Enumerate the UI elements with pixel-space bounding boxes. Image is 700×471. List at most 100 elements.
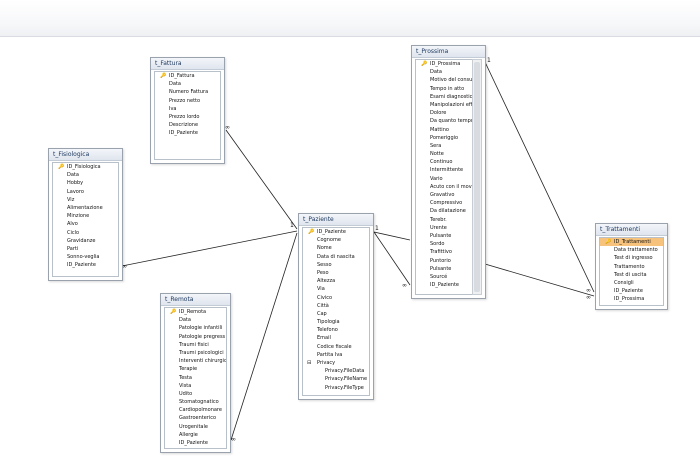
field-row[interactable]: Hobby bbox=[53, 179, 118, 187]
field-row[interactable]: Udito bbox=[165, 390, 226, 398]
vertical-scrollbar[interactable] bbox=[472, 59, 482, 295]
field-row[interactable]: Gravativo bbox=[416, 191, 472, 199]
table-title[interactable]: t_Prossima bbox=[412, 46, 485, 58]
field-row[interactable]: Partita Iva bbox=[303, 351, 369, 359]
field-row[interactable]: Motivo del consult bbox=[416, 76, 472, 84]
field-row[interactable]: Vario bbox=[416, 175, 472, 183]
field-list[interactable]: 🔑 ID_Paziente Cognome Nome Data di nascita Se… bbox=[302, 227, 370, 396]
field-row[interactable]: Lavoro bbox=[53, 188, 118, 196]
field-row[interactable]: Ciclo bbox=[53, 229, 118, 237]
field-row[interactable]: Urente bbox=[416, 224, 472, 232]
field-row[interactable]: Intermittente bbox=[416, 166, 472, 174]
field-list[interactable]: 🔑 ID_Fisiologica Data Hobby Lavoro Viz Aliment… bbox=[52, 162, 119, 277]
table-title[interactable]: t_Fisiologica bbox=[49, 149, 122, 161]
field-row[interactable]: Esami diagnostici bbox=[416, 93, 472, 101]
field-row[interactable]: 🔑 ID_Fattura bbox=[155, 72, 220, 80]
table-remota[interactable]: t_Remota 🔑 ID_Remota Data Patologie infanti… bbox=[160, 293, 231, 453]
field-row[interactable]: Sordo bbox=[416, 240, 472, 248]
field-row[interactable]: Data bbox=[165, 316, 226, 324]
field-row[interactable]: Trafittivo bbox=[416, 248, 472, 256]
field-row[interactable]: Prezzo netto bbox=[155, 97, 220, 105]
field-row[interactable]: Cognome bbox=[303, 236, 369, 244]
field-row[interactable]: Minzione bbox=[53, 212, 118, 220]
field-row[interactable]: ID_Paziente bbox=[165, 439, 226, 447]
field-row[interactable]: Acuto con il movim bbox=[416, 183, 472, 191]
field-row[interactable]: Pulsante bbox=[416, 265, 472, 273]
field-row[interactable]: Prezzo lordo bbox=[155, 113, 220, 121]
table-title[interactable]: t_Paziente bbox=[299, 214, 373, 226]
field-row[interactable]: Mattino bbox=[416, 126, 472, 134]
field-row[interactable]: Data bbox=[155, 80, 220, 88]
field-row[interactable]: Trattamento bbox=[600, 263, 663, 271]
field-row[interactable]: Notte bbox=[416, 150, 472, 158]
field-list[interactable]: 🔑 ID_Fattura Data Numero Fattura Prezzo nett… bbox=[154, 71, 221, 160]
field-row[interactable]: ID_Paziente bbox=[600, 287, 663, 295]
field-row[interactable]: 🔑 ID_Trattamenti bbox=[600, 238, 663, 247]
field-row[interactable]: Interventi chirurgic bbox=[165, 357, 226, 365]
table-title[interactable]: t_Fattura bbox=[151, 58, 224, 70]
field-row[interactable]: Tempo in atto bbox=[416, 85, 472, 93]
field-row[interactable]: Cap bbox=[303, 310, 369, 318]
field-row[interactable]: Urogenitale bbox=[165, 423, 226, 431]
field-row[interactable]: Via bbox=[303, 285, 369, 293]
table-paziente[interactable]: t_Paziente 🔑 ID_Paziente Cognome Nome Data d… bbox=[298, 213, 374, 400]
field-row[interactable]: Stomatognatico bbox=[165, 398, 226, 406]
field-row[interactable]: Pomeriggio bbox=[416, 134, 472, 142]
field-list[interactable]: 🔑 ID_Remota Data Patologie infantili Patolog… bbox=[164, 307, 227, 449]
field-list[interactable]: 🔑 ID_Prossima Data Motivo del consult Tempo … bbox=[415, 59, 473, 295]
field-row[interactable]: Nome bbox=[303, 244, 369, 252]
table-title[interactable]: t_Trattamenti bbox=[596, 224, 667, 236]
field-row[interactable]: Privacy.FileType bbox=[303, 384, 369, 392]
field-row[interactable]: Dolore bbox=[416, 109, 472, 117]
field-row[interactable]: Consigli bbox=[600, 279, 663, 287]
field-row[interactable]: Data di nascita bbox=[303, 253, 369, 261]
field-row[interactable]: ⊟ Privacy bbox=[303, 359, 369, 367]
field-row[interactable]: Città bbox=[303, 302, 369, 310]
expand-toggle-icon[interactable]: ⊟ bbox=[307, 359, 312, 367]
field-row[interactable]: Peso bbox=[303, 269, 369, 277]
field-row[interactable]: Compressivo bbox=[416, 199, 472, 207]
field-row[interactable]: Gastroenterico bbox=[165, 414, 226, 422]
table-trattamenti[interactable]: t_Trattamenti 🔑 ID_Trattamenti Data tratta… bbox=[595, 223, 668, 310]
field-row[interactable]: Tipologia bbox=[303, 318, 369, 326]
field-row[interactable]: 🔑 ID_Paziente bbox=[303, 228, 369, 236]
field-row[interactable]: Privacy.FileName bbox=[303, 375, 369, 383]
field-row[interactable]: Traumi psicologici bbox=[165, 349, 226, 357]
field-row[interactable]: Data bbox=[416, 68, 472, 76]
table-title[interactable]: t_Remota bbox=[161, 294, 230, 306]
field-row[interactable]: Vista bbox=[165, 382, 226, 390]
table-fisiologica[interactable]: t_Fisiologica 🔑 ID_Fisiologica Data Hobby La… bbox=[48, 148, 123, 281]
field-row[interactable]: Privacy.FileData bbox=[303, 367, 369, 375]
field-row[interactable]: Sesso bbox=[303, 261, 369, 269]
field-row[interactable]: Descrizione bbox=[155, 121, 220, 129]
field-row[interactable]: Patologie infantili bbox=[165, 324, 226, 332]
field-row[interactable]: Numero Fattura bbox=[155, 88, 220, 96]
field-row[interactable]: Test di uscita bbox=[600, 271, 663, 279]
field-row[interactable]: Traumi fisici bbox=[165, 341, 226, 349]
field-row[interactable]: ID_Paziente bbox=[53, 261, 118, 269]
field-row[interactable]: Data bbox=[53, 171, 118, 179]
field-row[interactable]: Testa bbox=[165, 374, 226, 382]
field-row[interactable]: Da dilatazione bbox=[416, 207, 472, 215]
field-row[interactable]: Manipolazioni effe bbox=[416, 101, 472, 109]
field-list[interactable]: 🔑 ID_Trattamenti Data trattamento Test di i… bbox=[599, 237, 664, 306]
field-row[interactable]: ID_Paziente bbox=[155, 129, 220, 137]
field-row[interactable]: Continuo bbox=[416, 158, 472, 166]
field-row[interactable]: 🔑 ID_Fisiologica bbox=[53, 163, 118, 171]
field-row[interactable]: Sera bbox=[416, 142, 472, 150]
field-row[interactable]: Codice fiscale bbox=[303, 343, 369, 351]
scrollbar-thumb[interactable] bbox=[474, 62, 480, 292]
field-row[interactable]: Sourcé bbox=[416, 273, 472, 281]
field-row[interactable]: Iva bbox=[155, 105, 220, 113]
field-row[interactable]: ID_Prossima bbox=[600, 295, 663, 303]
field-row[interactable]: Da quanto tempo? bbox=[416, 117, 472, 125]
field-row[interactable]: Gravidanze bbox=[53, 237, 118, 245]
field-row[interactable]: Parti bbox=[53, 245, 118, 253]
field-row[interactable]: Alvo bbox=[53, 220, 118, 228]
field-row[interactable]: Telefono bbox=[303, 326, 369, 334]
field-row[interactable]: Alimentazione bbox=[53, 204, 118, 212]
field-row[interactable]: Data trattamento bbox=[600, 246, 663, 254]
field-row[interactable]: ID_Paziente bbox=[416, 281, 472, 289]
field-row[interactable]: Patologie pregress bbox=[165, 333, 226, 341]
table-fattura[interactable]: t_Fattura 🔑 ID_Fattura Data Numero Fattura P… bbox=[150, 57, 225, 164]
